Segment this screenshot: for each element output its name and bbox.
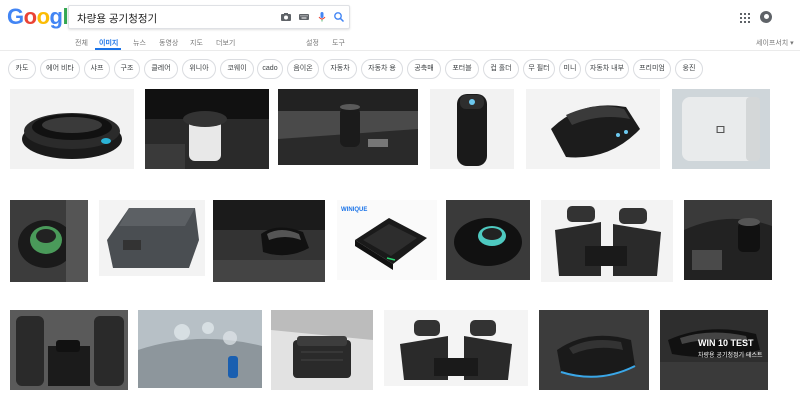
image-result-7[interactable] xyxy=(10,200,88,282)
image-result-2[interactable] xyxy=(145,89,269,169)
chip-cado-kr[interactable]: 카도 xyxy=(8,59,36,79)
tab-tools[interactable]: 도구 xyxy=(332,38,345,48)
chip-photocatalyst[interactable]: 공축매 xyxy=(407,59,441,79)
tab-videos[interactable]: 동영상 xyxy=(159,38,178,48)
tab-news[interactable]: 뉴스 xyxy=(133,38,146,48)
tab-more[interactable]: 더보기 xyxy=(216,38,235,48)
image-result-4[interactable] xyxy=(430,89,514,169)
chip-no-filter[interactable]: 무 필터 xyxy=(523,59,555,79)
chip-woongjin[interactable]: 웅진 xyxy=(675,59,703,79)
chip-cup-holder[interactable]: 컵 홀더 xyxy=(483,59,519,79)
image-result-3[interactable] xyxy=(278,89,418,165)
image-result-18[interactable] xyxy=(539,310,649,390)
safesearch-menu[interactable]: 세이프서치 ▾ xyxy=(756,38,794,48)
chip-cado[interactable]: cado xyxy=(257,59,283,79)
chip-premium[interactable]: 프리미엄 xyxy=(633,59,671,79)
image-result-9[interactable] xyxy=(213,200,325,282)
related-search-chips: 카도 에어 비타 샤프 구조 클레어 위니아 코웨이 cado 음이온 자동차 … xyxy=(0,59,800,81)
apps-grid-icon[interactable] xyxy=(740,13,750,23)
camera-icon[interactable] xyxy=(280,11,292,23)
image-result-8[interactable] xyxy=(99,200,205,276)
image-result-17[interactable] xyxy=(384,310,528,386)
keyboard-icon[interactable] xyxy=(298,11,310,23)
chip-claire[interactable]: 클레어 xyxy=(144,59,178,79)
chip-car[interactable]: 자동차 xyxy=(323,59,357,79)
account-icon[interactable] xyxy=(760,11,772,23)
image-result-14[interactable] xyxy=(10,310,128,390)
logo-letter: g xyxy=(49,4,63,29)
chip-negative-ion[interactable]: 음이온 xyxy=(287,59,319,79)
header: Google 차량용 공기청정기 xyxy=(0,0,800,34)
logo-letter: o xyxy=(23,4,37,29)
image-result-5[interactable] xyxy=(526,89,660,169)
tab-maps[interactable]: 지도 xyxy=(190,38,203,48)
image-result-6[interactable]: ㅁ xyxy=(672,89,770,169)
logo-letter: G xyxy=(7,4,24,29)
svg-text:ㅁ: ㅁ xyxy=(714,123,727,139)
chip-winia[interactable]: 위니아 xyxy=(182,59,216,79)
image-result-19[interactable]: WIN 10 TEST 차량용 공기청정기 테스트 xyxy=(660,310,768,390)
image-result-11[interactable] xyxy=(446,200,530,280)
chip-coway[interactable]: 코웨이 xyxy=(220,59,254,79)
search-box[interactable]: 차량용 공기청정기 xyxy=(68,5,350,29)
video-subtitle-overlay: 차량용 공기청정기 테스트 xyxy=(698,352,763,359)
tab-images[interactable]: 이미지 xyxy=(99,38,118,48)
video-title-overlay: WIN 10 TEST xyxy=(698,338,754,348)
search-input[interactable]: 차량용 공기청정기 xyxy=(77,11,157,26)
search-icon[interactable] xyxy=(333,11,345,23)
chip-structure[interactable]: 구조 xyxy=(114,59,140,79)
image-result-1[interactable] xyxy=(10,89,134,169)
search-tabs: 전체 이미지 뉴스 동영상 지도 더보기 설정 도구 세이프서치 ▾ xyxy=(0,34,800,51)
tab-settings[interactable]: 설정 xyxy=(306,38,319,48)
microphone-icon[interactable] xyxy=(316,11,328,23)
chip-airvita[interactable]: 에어 비타 xyxy=(40,59,80,79)
tab-all[interactable]: 전체 xyxy=(75,38,88,48)
chip-sharp[interactable]: 샤프 xyxy=(84,59,110,79)
image-result-12[interactable] xyxy=(541,200,673,282)
image-result-15[interactable] xyxy=(138,310,262,388)
image-result-16[interactable] xyxy=(271,310,373,390)
active-tab-indicator xyxy=(95,48,121,50)
chip-car-interior[interactable]: 자동차 내부 xyxy=(585,59,629,79)
chip-for-car[interactable]: 자동차 용 xyxy=(361,59,403,79)
brand-watermark: WINIQUE xyxy=(341,207,367,213)
chip-portable[interactable]: 포터블 xyxy=(445,59,479,79)
image-result-10[interactable]: WINIQUE xyxy=(337,200,437,280)
chip-mini[interactable]: 미니 xyxy=(559,59,581,79)
logo-letter: o xyxy=(36,4,50,29)
image-result-13[interactable] xyxy=(684,200,772,280)
